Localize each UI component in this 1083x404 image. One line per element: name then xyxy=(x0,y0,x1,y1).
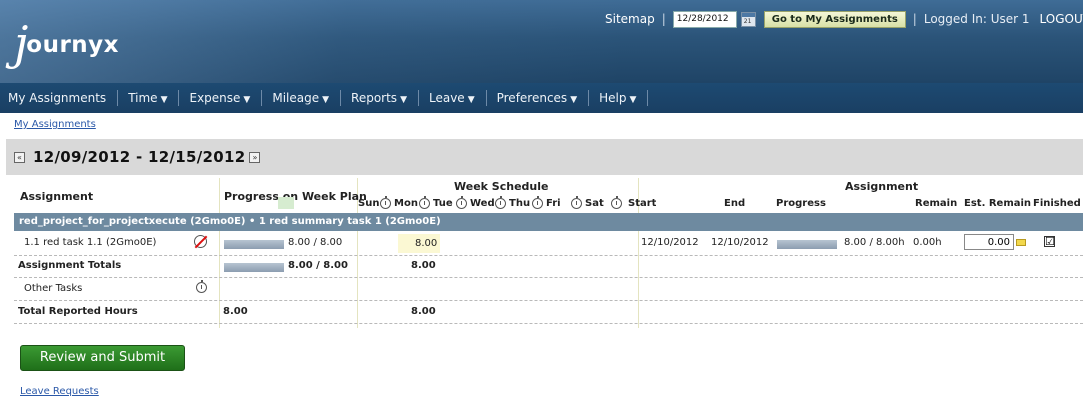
previous-week-button[interactable]: « xyxy=(14,151,25,163)
journyx-logo[interactable]: j ournyx xyxy=(14,18,119,66)
nav-label: Preferences xyxy=(496,91,568,105)
plan-progress-bar xyxy=(224,240,284,249)
logout-link[interactable]: LOGOUT xyxy=(1040,12,1083,26)
nav-label: Help xyxy=(599,91,627,105)
timer-disabled-icon[interactable] xyxy=(194,235,207,248)
column-divider xyxy=(219,178,220,328)
nav-mileage[interactable]: Mileage ▼ xyxy=(262,90,342,106)
project-group-row: red_project_for_projectxecute (2Gmo0E) •… xyxy=(14,213,1083,231)
nav-label: Expense xyxy=(189,91,241,105)
nav-help[interactable]: Help ▼ xyxy=(589,90,649,106)
header-remain: Remain xyxy=(915,198,958,209)
chevron-down-icon: ▼ xyxy=(400,95,407,105)
chevron-down-icon: ▼ xyxy=(467,95,475,105)
totals-hours: 8.00 xyxy=(411,260,436,271)
stopwatch-icon[interactable] xyxy=(419,196,430,209)
row-divider xyxy=(14,323,1083,324)
chevron-down-icon: ▼ xyxy=(629,95,637,105)
nav-reports[interactable]: Reports ▼ xyxy=(341,90,419,106)
nav-preferences[interactable]: Preferences ▼ xyxy=(487,90,590,106)
week-range-title: 12/09/2012 - 12/15/2012 xyxy=(33,148,246,166)
nav-label: My Assignments xyxy=(8,91,107,105)
header-day-sat: Sat xyxy=(585,198,604,209)
stopwatch-icon[interactable] xyxy=(611,196,622,209)
main-nav: My Assignments Time ▼ Expense ▼ Mileage ▼ R… xyxy=(0,83,1083,113)
stopwatch-icon[interactable] xyxy=(380,196,391,209)
leave-requests-link[interactable]: Leave Requests xyxy=(20,386,99,397)
review-and-submit-button[interactable]: Review and Submit xyxy=(20,345,185,371)
assignment-progress-text: 8.00 / 8.00h xyxy=(844,237,905,248)
logged-in-label: Logged In: User 1 xyxy=(923,12,1030,26)
nav-label: Time xyxy=(128,91,158,105)
nav-my-assignments[interactable]: My Assignments xyxy=(0,90,119,106)
stopwatch-icon[interactable] xyxy=(456,196,467,209)
nav-label: Leave xyxy=(428,91,465,105)
header-assignment-group: Assignment xyxy=(845,180,919,193)
plan-progress-text: 8.00 / 8.00 xyxy=(288,237,343,248)
remain-value: 0.00h xyxy=(913,237,942,248)
stopwatch-icon[interactable] xyxy=(495,196,506,209)
sitemap-link[interactable]: Sitemap xyxy=(605,12,655,26)
header-day-sun: Sun xyxy=(358,198,380,209)
total-reported-hours: 8.00 xyxy=(411,306,436,317)
header-progress-on-week-plan: Progress on Week Plan xyxy=(224,190,367,203)
next-week-button[interactable]: » xyxy=(249,151,261,163)
assignment-totals-label: Assignment Totals xyxy=(18,260,122,271)
total-reported-hours-label: Total Reported Hours xyxy=(18,306,138,317)
header-day-thu: Thu xyxy=(509,198,531,209)
header-finished: Finished xyxy=(1033,198,1081,209)
go-to-assignments-button[interactable]: Go to My Assignments xyxy=(763,10,906,28)
separator: | xyxy=(912,12,917,26)
chevron-down-icon: ▼ xyxy=(160,95,168,105)
assignment-progress-bar xyxy=(777,240,837,249)
logo-text: ournyx xyxy=(26,32,119,58)
header-end: End xyxy=(724,198,746,209)
nav-expense[interactable]: Expense ▼ xyxy=(179,90,263,106)
header-assignment: Assignment xyxy=(20,190,94,203)
totals-plan-text: 8.00 / 8.00 xyxy=(288,260,348,271)
header-day-tue: Tue xyxy=(433,198,453,209)
nav-leave[interactable]: Leave ▼ xyxy=(419,90,487,106)
task-name: 1.1 red task 1.1 (2Gmo0E) xyxy=(24,237,157,248)
app-header: j ournyx Sitemap | 21 Go to My Assignmen… xyxy=(0,0,1083,83)
nav-label: Reports xyxy=(351,91,398,105)
task-start-date: 12/10/2012 xyxy=(641,237,699,248)
task-end-date: 12/10/2012 xyxy=(711,237,769,248)
nav-label: Mileage xyxy=(272,91,320,105)
totals-progress-bar xyxy=(224,263,284,272)
chevron-down-icon: ▼ xyxy=(322,95,330,105)
row-divider xyxy=(14,255,1083,256)
header-day-fri: Fri xyxy=(546,198,561,209)
header-week-schedule: Week Schedule xyxy=(454,180,549,193)
row-divider xyxy=(14,300,1083,301)
nav-time[interactable]: Time ▼ xyxy=(118,90,180,106)
calendar-icon[interactable]: 21 xyxy=(740,11,756,27)
calendar-icon-number: 21 xyxy=(743,17,752,25)
top-utility-bar: Sitemap | 21 Go to My Assignments | Logg… xyxy=(605,10,1083,28)
row-divider xyxy=(14,277,1083,278)
finished-checkbox[interactable]: ☑ xyxy=(1044,236,1055,247)
header-day-mon: Mon xyxy=(394,198,418,209)
other-tasks-label: Other Tasks xyxy=(24,283,83,294)
week-selector-bar: « 12/09/2012 - 12/15/2012 » xyxy=(6,139,1083,175)
stopwatch-icon[interactable] xyxy=(532,196,543,209)
chevron-down-icon: ▼ xyxy=(243,95,251,105)
total-reported-plan: 8.00 xyxy=(223,306,248,317)
today-highlight xyxy=(278,197,294,209)
note-icon[interactable] xyxy=(1016,239,1026,246)
header-est-remain: Est. Remain xyxy=(964,198,1032,209)
stopwatch-icon[interactable] xyxy=(571,196,582,209)
separator: | xyxy=(661,12,666,26)
mon-hours[interactable]: 8.00 xyxy=(415,238,437,249)
date-input[interactable] xyxy=(672,10,737,28)
est-remain-input[interactable] xyxy=(964,234,1014,250)
chevron-down-icon: ▼ xyxy=(570,95,578,105)
header-start: Start xyxy=(628,198,657,209)
breadcrumb[interactable]: My Assignments xyxy=(14,119,96,130)
header-progress: Progress xyxy=(776,198,826,209)
header-day-wed: Wed xyxy=(470,198,495,209)
stopwatch-icon[interactable] xyxy=(196,280,207,293)
